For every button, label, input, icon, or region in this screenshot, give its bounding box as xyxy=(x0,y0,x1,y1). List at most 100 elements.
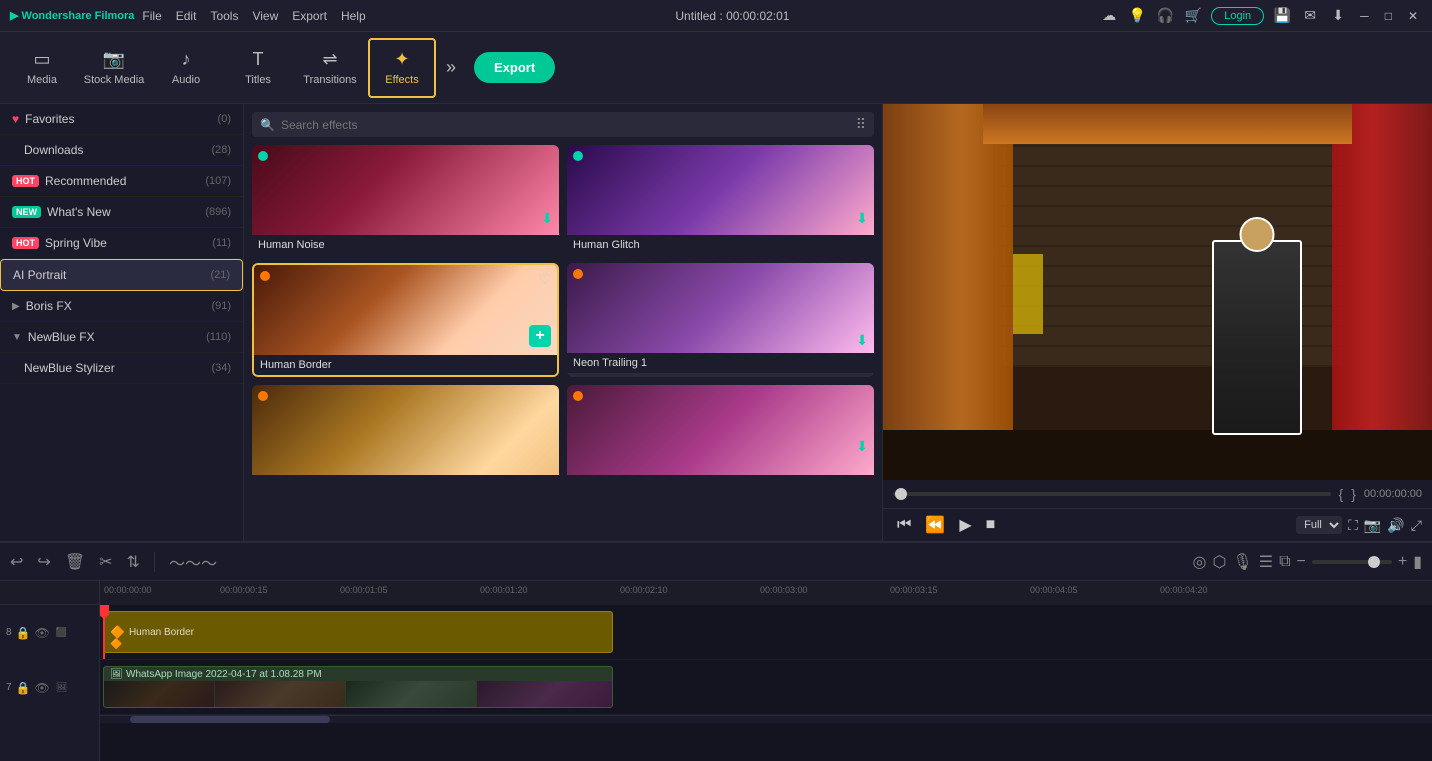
titles-icon: T xyxy=(253,49,264,70)
volume-icon[interactable]: 🔊 xyxy=(1387,517,1404,534)
track-8-eye[interactable]: 👁 xyxy=(35,626,50,640)
save-icon[interactable]: 💾 xyxy=(1272,6,1292,26)
sidebar-item-newbluestylizer[interactable]: NewBlue Stylizer (34) xyxy=(0,353,243,384)
toolbar-titles[interactable]: T Titles xyxy=(224,38,292,98)
stock-media-icon: 📷 xyxy=(103,49,125,70)
redo-icon[interactable]: ↪ xyxy=(37,552,50,572)
track-8-label: ⬛ xyxy=(56,627,67,638)
sidebar-item-springvibe[interactable]: HOT Spring Vibe (11) xyxy=(0,228,243,259)
maximize-button[interactable]: □ xyxy=(1381,9,1396,23)
playhead[interactable] xyxy=(103,605,105,659)
track-8-content: 🔶 Human Border 🔶 xyxy=(100,605,1432,659)
audio-waveform-icon[interactable]: 〜〜〜 xyxy=(169,550,217,574)
toolbar-more-icon[interactable]: » xyxy=(440,57,462,78)
prev-frame-button[interactable]: ⏪ xyxy=(921,513,949,537)
cloud-icon[interactable]: ☁ xyxy=(1099,6,1119,26)
sidebar-item-newbluefx[interactable]: ▼ NewBlue FX (110) xyxy=(0,322,243,353)
menu-view[interactable]: View xyxy=(252,9,278,23)
toolbar-stock-media[interactable]: 📷 Stock Media xyxy=(80,38,148,98)
close-button[interactable]: ✕ xyxy=(1404,9,1422,23)
menu-export[interactable]: Export xyxy=(292,9,327,23)
download-arrow-human-noise[interactable]: ⬇ xyxy=(541,210,553,227)
mail-icon[interactable]: ✉ xyxy=(1300,6,1320,26)
zoom-out-icon[interactable]: ◎ xyxy=(1192,552,1206,572)
effect-card-5[interactable] xyxy=(252,385,559,483)
track-8-lock[interactable]: 🔒 xyxy=(16,626,31,640)
list-icon[interactable]: ☰ xyxy=(1259,552,1273,572)
zoom-minus[interactable]: − xyxy=(1297,553,1306,571)
toolbar-transitions[interactable]: ⇌ Transitions xyxy=(296,38,364,98)
screenshot-icon[interactable]: 📷 xyxy=(1364,517,1381,534)
panel-icon[interactable]: ▮ xyxy=(1413,552,1422,572)
clip-human-border[interactable]: 🔶 Human Border 🔶 xyxy=(103,611,613,653)
zoom-plus[interactable]: + xyxy=(1398,553,1407,571)
clip-video[interactable]: 🖼 WhatsApp Image 2022-04-17 at 1.08.28 P… xyxy=(103,666,613,708)
mask-icon[interactable]: ⬡ xyxy=(1212,552,1226,572)
menu-tools[interactable]: Tools xyxy=(210,9,238,23)
track-7-eye[interactable]: 👁 xyxy=(35,681,50,695)
preview-panel: { } 00:00:00:00 ⏮ ⏪ ▶ ■ Full 1/2 1/4 ⛶ 📷… xyxy=(882,104,1432,541)
heart-icon-human-border[interactable]: ♡ xyxy=(538,271,551,288)
cart-icon[interactable]: 🛒 xyxy=(1183,6,1203,26)
bulb-icon[interactable]: 💡 xyxy=(1127,6,1147,26)
toolbar-media[interactable]: ▭ Media xyxy=(8,38,76,98)
zoom-thumb[interactable] xyxy=(1368,556,1380,568)
sidebar-item-whatsnew[interactable]: NEW What's New (896) xyxy=(0,197,243,228)
timeline-area: ↩ ↪ 🗑 ✂ ⇅ 〜〜〜 ◎ ⬡ 🎙 ☰ ⧉ − + ▮ 8 xyxy=(0,541,1432,761)
quality-select[interactable]: Full 1/2 1/4 xyxy=(1296,516,1342,534)
orange-badge-neon xyxy=(573,269,583,279)
download-icon[interactable]: ⬇ xyxy=(1328,6,1348,26)
track-headers: 8 🔒 👁 ⬛ 7 🔒 👁 🖼 xyxy=(0,581,100,761)
titlebar-left: ▶ Wondershare Filmora File Edit Tools Vi… xyxy=(10,9,366,23)
add-button-human-border[interactable]: + xyxy=(529,325,551,347)
delete-icon[interactable]: 🗑 xyxy=(65,552,85,572)
effect-card-neon-trailing[interactable]: ⬇ Neon Trailing 1 xyxy=(567,263,874,377)
play-button[interactable]: ▶ xyxy=(955,513,975,537)
sidebar-item-aiportrait[interactable]: AI Portrait (21) xyxy=(0,259,243,291)
download-arrow-human-glitch[interactable]: ⬇ xyxy=(856,210,868,227)
progress-thumb[interactable] xyxy=(895,488,907,500)
adjust-icon[interactable]: ⇅ xyxy=(127,552,140,572)
sidebar-item-downloads[interactable]: Downloads (28) xyxy=(0,135,243,166)
toolbar-audio[interactable]: ♪ Audio xyxy=(152,38,220,98)
sidebar-item-borisfx[interactable]: ▶ Boris FX (91) xyxy=(0,291,243,322)
effect-card-human-noise[interactable]: ⬇ Human Noise xyxy=(252,145,559,255)
effect-card-human-glitch[interactable]: ⬇ Human Glitch xyxy=(567,145,874,255)
progress-track[interactable] xyxy=(893,492,1331,496)
export-button[interactable]: Export xyxy=(474,52,555,83)
curtain-top xyxy=(983,104,1352,144)
scrollbar-thumb[interactable] xyxy=(130,716,330,723)
zoom-controls: ◎ ⬡ 🎙 ☰ ⧉ − + ▮ xyxy=(1192,552,1422,572)
ruler-405: 00:00:04:05 xyxy=(1030,585,1078,595)
track-7-label: 🖼 xyxy=(56,682,67,693)
zoom-track[interactable] xyxy=(1312,560,1392,564)
minimize-button[interactable]: ─ xyxy=(1356,9,1373,23)
toolbar-effects[interactable]: ✦ Effects xyxy=(368,38,436,98)
cut-icon[interactable]: ✂ xyxy=(99,552,112,572)
zoom-icon[interactable]: ⤢ xyxy=(1411,517,1422,534)
fullscreen-icon[interactable]: ⛶ xyxy=(1348,517,1358,534)
menu-edit[interactable]: Edit xyxy=(176,9,197,23)
track-7-lock[interactable]: 🔒 xyxy=(16,681,31,695)
menu-help[interactable]: Help xyxy=(341,9,366,23)
download-arrow-neon[interactable]: ⬇ xyxy=(856,332,868,349)
step-back-button[interactable]: ⏮ xyxy=(893,514,915,536)
effect-card-human-border[interactable]: ♡ + Human Border xyxy=(252,263,559,377)
effect-card-6[interactable]: ⬇ xyxy=(567,385,874,483)
horizontal-scrollbar[interactable] xyxy=(100,715,1432,723)
sidebar-item-recommended[interactable]: HOT Recommended (107) xyxy=(0,166,243,197)
search-input[interactable] xyxy=(281,118,850,132)
headset-icon[interactable]: 🎧 xyxy=(1155,6,1175,26)
download-arrow-6[interactable]: ⬇ xyxy=(856,438,868,455)
menu-file[interactable]: File xyxy=(142,9,161,23)
video-clip-icon: 🖼 xyxy=(110,669,123,680)
effect-label-5 xyxy=(252,475,559,483)
undo-icon[interactable]: ↩ xyxy=(10,552,23,572)
stop-button[interactable]: ■ xyxy=(982,514,1000,536)
mic-icon[interactable]: 🎙 xyxy=(1232,552,1252,572)
pip-icon[interactable]: ⧉ xyxy=(1279,553,1290,571)
login-button[interactable]: Login xyxy=(1211,7,1264,25)
thumb-1 xyxy=(104,681,214,708)
grid-view-icon[interactable]: ⠿ xyxy=(856,116,866,133)
sidebar-item-favorites[interactable]: ♥ Favorites (0) xyxy=(0,104,243,135)
